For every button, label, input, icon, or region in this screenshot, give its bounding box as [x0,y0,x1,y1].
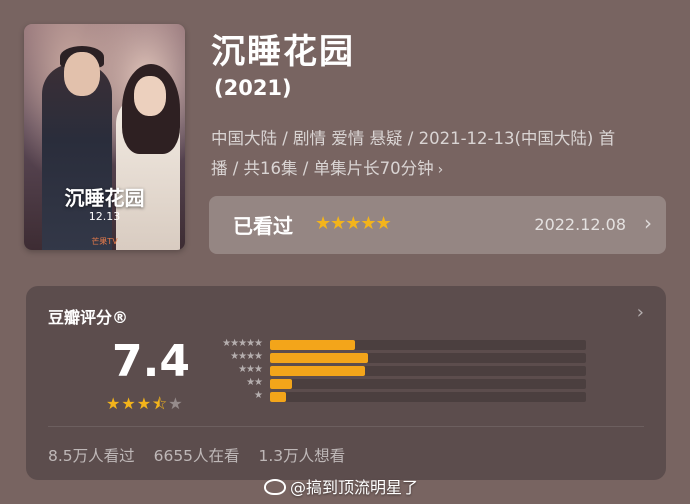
poster-logo: 芒果TV [91,237,118,246]
meta-line-2: 播 / 共16集 / 单集片长70分钟 › [211,154,671,185]
bar-stars-label: ★★ [246,377,263,388]
star-icon: ★ [106,394,122,413]
watched-date: 2022.12.08 [534,215,626,234]
bar-fill [270,366,365,376]
movie-year: (2021) [214,76,292,100]
movie-poster[interactable]: 沉睡花园 12.13 芒果TV [24,24,185,250]
star-empty-icon: ★ [168,394,184,413]
rating-bar-1: ★ [206,390,586,404]
half-star-icon: ⯪ [152,394,169,413]
movie-meta[interactable]: 中国大陆 / 剧情 爱情 悬疑 / 2021-12-13(中国大陆) 首 播 /… [211,124,671,185]
bar-fill [270,392,286,402]
star-icon: ★ [136,394,153,413]
chevron-right-icon: › [636,302,644,323]
douban-rating-panel[interactable]: 豆瓣评分® › 7.4 ★★★⯪★ ★★★★★ ★★★★ ★★★ ★★ ★ 8.… [26,286,666,480]
bar-stars-label: ★★★★ [230,351,263,362]
bar-stars-label: ★ [254,390,263,401]
chevron-right-icon: › [437,162,444,178]
bar-track [270,353,586,363]
watched-status-card[interactable]: 已看过 ★★★★★ 2022.12.08 › [209,196,666,254]
movie-title: 沉睡花园 [211,32,355,72]
poster-face-female [134,76,166,116]
bar-stars-label: ★★★★★ [222,338,263,349]
rating-panel-title: 豆瓣评分® [48,308,129,327]
meta-line-2-text: 播 / 共16集 / 单集片长70分钟 [211,159,434,178]
rating-stars: ★★★⯪★ [106,393,184,420]
rating-bar-5: ★★★★★ [206,338,586,352]
watching-count[interactable]: 6655人在看 [154,447,240,465]
rating-stats: 8.5万人看过 6655人在看 1.3万人想看 [48,444,359,466]
bar-track [270,379,586,389]
poster-face-male [64,52,100,96]
weibo-icon [264,479,286,495]
rating-bar-3: ★★★ [206,364,586,378]
bar-fill [270,340,356,350]
star-icon: ★ [121,394,137,413]
bar-fill [270,353,368,363]
bar-track [270,340,586,350]
bar-fill [270,379,293,389]
bar-track [270,366,586,376]
meta-line-1: 中国大陆 / 剧情 爱情 悬疑 / 2021-12-13(中国大陆) 首 [211,129,616,148]
chevron-right-icon: › [644,211,652,235]
rating-bar-4: ★★★★ [206,351,586,365]
want-count[interactable]: 1.3万人想看 [258,447,345,465]
watched-label: 已看过 [233,214,293,238]
divider [48,426,644,427]
poster-title: 沉睡花园 [64,186,145,210]
bar-stars-label: ★★★ [238,364,263,375]
poster-date: 12.13 [88,210,121,223]
user-rating-stars: ★★★★★ [315,213,392,234]
rating-bar-2: ★★ [206,377,586,391]
watermark: @搞到顶流明星了 [264,474,418,498]
bar-track [270,392,586,402]
watermark-text: @搞到顶流明星了 [290,478,419,497]
rating-score: 7.4 [112,336,190,387]
watched-count[interactable]: 8.5万人看过 [48,447,135,465]
